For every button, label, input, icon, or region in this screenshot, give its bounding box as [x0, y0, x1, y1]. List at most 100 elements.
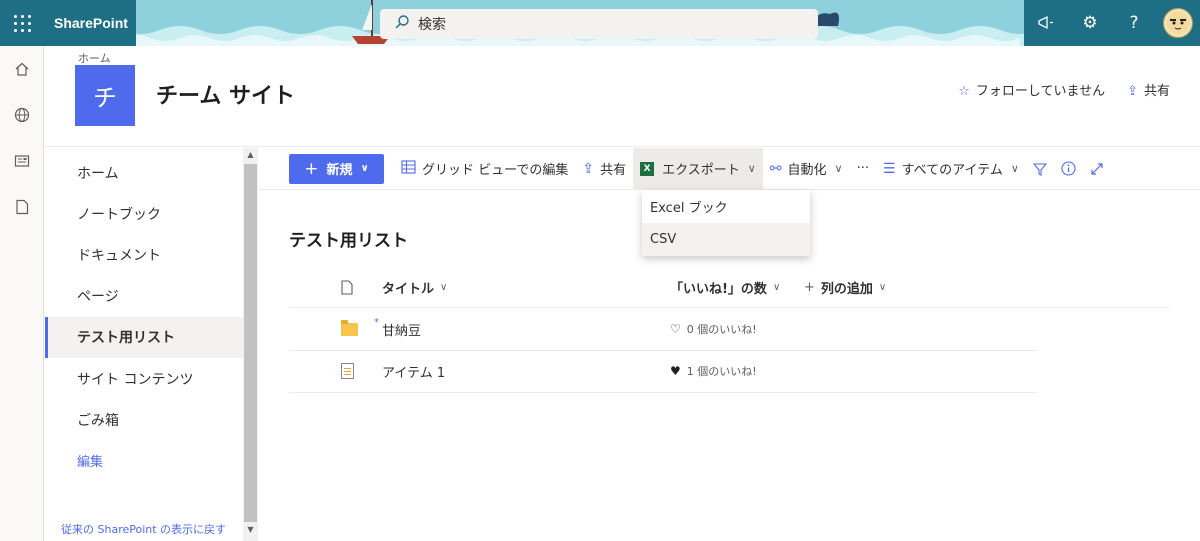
- row-title[interactable]: 甘納豆: [382, 308, 421, 350]
- nav-item-test-list[interactable]: テスト用リスト: [45, 316, 243, 358]
- table-header: タイトル ∨ 「いいね!」の数 ∨ + 列の追加 ∨: [289, 268, 1169, 308]
- plus-icon: +: [304, 158, 319, 179]
- row-likes[interactable]: ♡ 0 個のいいね!: [670, 308, 757, 350]
- column-likes-label: 「いいね!」の数: [670, 282, 767, 297]
- info-button[interactable]: [1054, 148, 1083, 190]
- app-launcher-button[interactable]: [0, 0, 44, 46]
- classic-view-link[interactable]: 従来の SharePoint の表示に戻す: [61, 521, 226, 537]
- more-icon: ···: [856, 161, 870, 176]
- header-actions: ☆ フォローしていません ⇪ 共有: [958, 80, 1170, 99]
- export-button[interactable]: X エクスポート ∨: [633, 147, 763, 190]
- heart-outline-icon: ♡: [670, 322, 681, 336]
- row-divider: [289, 392, 1037, 393]
- filter-icon: [1032, 162, 1047, 176]
- view-label: すべてのアイテム: [901, 163, 1003, 178]
- fullscreen-button[interactable]: [1083, 148, 1111, 190]
- home-icon[interactable]: [0, 46, 43, 92]
- export-label: エクスポート: [662, 163, 740, 178]
- site-logo[interactable]: チ: [75, 65, 135, 126]
- nav-edit-link[interactable]: 編集: [45, 440, 243, 481]
- chevron-down-icon: ∨: [360, 163, 369, 174]
- row-title[interactable]: アイテム 1: [382, 350, 445, 392]
- new-button[interactable]: + 新規 ∨: [289, 153, 384, 184]
- list-table: タイトル ∨ 「いいね!」の数 ∨ + 列の追加 ∨ ⁎ 甘納豆 ♡ 0 個のいいね! …: [289, 268, 1169, 392]
- automate-label: 自動化: [787, 163, 827, 178]
- more-button[interactable]: ···: [850, 148, 876, 190]
- grid-edit-button[interactable]: グリッド ビューでの編集: [394, 148, 575, 190]
- avatar-button[interactable]: [1156, 0, 1200, 46]
- column-header-likes[interactable]: 「いいね!」の数 ∨: [670, 268, 780, 307]
- share-button[interactable]: ⇪ 共有: [575, 148, 633, 190]
- info-icon: [1061, 161, 1076, 176]
- grid-edit-label: グリッド ビューでの編集: [422, 163, 569, 178]
- nav-scrollbar[interactable]: ▲ ▼: [243, 148, 258, 541]
- table-row[interactable]: ⁎ 甘納豆 ♡ 0 個のいいね!: [289, 308, 1169, 350]
- add-column-label: 列の追加: [820, 282, 873, 297]
- suite-actions: ⚙ ?: [1024, 0, 1200, 46]
- scroll-down-icon[interactable]: ▼: [243, 525, 258, 539]
- document-icon[interactable]: [0, 184, 43, 230]
- help-icon[interactable]: ?: [1112, 0, 1156, 46]
- share-icon: ⇪: [582, 160, 595, 177]
- automate-button[interactable]: ⚯ 自動化 ∨: [763, 148, 850, 190]
- app-bar: [0, 46, 44, 541]
- breadcrumb[interactable]: ホーム: [78, 50, 111, 66]
- heart-filled-icon: ♥: [670, 364, 681, 378]
- table-row[interactable]: アイテム 1 ♥ 1 個のいいね!: [289, 350, 1169, 392]
- share-icon: ⇪: [1127, 84, 1138, 99]
- excel-icon: X: [640, 161, 655, 176]
- expand-icon: [1091, 162, 1103, 175]
- view-switcher[interactable]: ☰ すべてのアイテム ∨: [876, 148, 1026, 190]
- avatar: [1163, 8, 1193, 38]
- waffle-icon: [13, 14, 31, 32]
- add-column-button[interactable]: + 列の追加 ∨: [804, 268, 886, 307]
- chevron-down-icon: ∨: [834, 162, 843, 175]
- nav-item-pages[interactable]: ページ: [45, 276, 243, 317]
- scrollbar-thumb[interactable]: [244, 164, 257, 522]
- command-bar: + 新規 ∨ グリッド ビューでの編集 ⇪ 共有 X エクスポート ∨ ⚯ 自動…: [259, 147, 1200, 190]
- chevron-down-icon: ∨: [878, 282, 887, 293]
- search-icon: [394, 14, 410, 34]
- chevron-down-icon: ∨: [747, 162, 756, 175]
- search-box[interactable]: 検索: [380, 9, 818, 39]
- star-icon: ☆: [958, 84, 970, 99]
- export-menu: Excel ブック CSV: [642, 190, 810, 256]
- app-name[interactable]: SharePoint: [44, 0, 136, 46]
- chevron-down-icon: ∨: [440, 282, 448, 293]
- chevron-down-icon: ∨: [772, 282, 781, 293]
- news-icon[interactable]: [0, 138, 43, 184]
- search-placeholder: 検索: [418, 17, 446, 33]
- row-likes[interactable]: ♥ 1 個のいいね!: [670, 350, 757, 392]
- folder-icon: [341, 308, 371, 350]
- announcement-icon[interactable]: [1024, 0, 1068, 46]
- list-item-icon: [341, 350, 371, 392]
- chevron-down-icon: ∨: [1010, 162, 1019, 175]
- globe-icon[interactable]: [0, 92, 43, 138]
- site-title[interactable]: チーム サイト: [156, 78, 295, 110]
- share-label: 共有: [1143, 84, 1170, 99]
- file-type-header-icon[interactable]: [341, 268, 371, 307]
- nav-item-site-contents[interactable]: サイト コンテンツ: [45, 358, 243, 399]
- nav-item-notebook[interactable]: ノートブック: [45, 193, 243, 234]
- nav-item-recycle-bin[interactable]: ごみ箱: [45, 399, 243, 440]
- column-header-title[interactable]: タイトル ∨: [382, 268, 447, 307]
- scroll-up-icon[interactable]: ▲: [243, 150, 258, 164]
- menu-item-csv[interactable]: CSV: [642, 223, 810, 256]
- nav-item-documents[interactable]: ドキュメント: [45, 234, 243, 275]
- gear-icon[interactable]: ⚙: [1068, 0, 1112, 46]
- new-item-icon: ⁎: [374, 314, 379, 325]
- nav-item-home[interactable]: ホーム: [45, 152, 243, 193]
- share-site-button[interactable]: ⇪ 共有: [1127, 80, 1170, 99]
- menu-item-excel-workbook[interactable]: Excel ブック: [642, 190, 810, 223]
- column-title-label: タイトル: [382, 282, 435, 297]
- suite-bar: SharePoint 検索 ⚙ ?: [0, 0, 1200, 46]
- filter-button[interactable]: [1026, 148, 1054, 190]
- plus-icon: +: [804, 280, 815, 295]
- flow-icon: ⚯: [769, 160, 782, 177]
- site-header: ホーム チ チーム サイト ☆ フォローしていません ⇪ 共有: [44, 46, 1200, 147]
- list-view-icon: ☰: [883, 160, 896, 177]
- site-navigation: ホーム ノートブック ドキュメント ページ テスト用リスト サイト コンテンツ …: [45, 148, 243, 541]
- likes-label: 1 個のいいね!: [686, 365, 757, 378]
- follow-label: フォローしていません: [975, 84, 1106, 99]
- follow-button[interactable]: ☆ フォローしていません: [958, 80, 1105, 99]
